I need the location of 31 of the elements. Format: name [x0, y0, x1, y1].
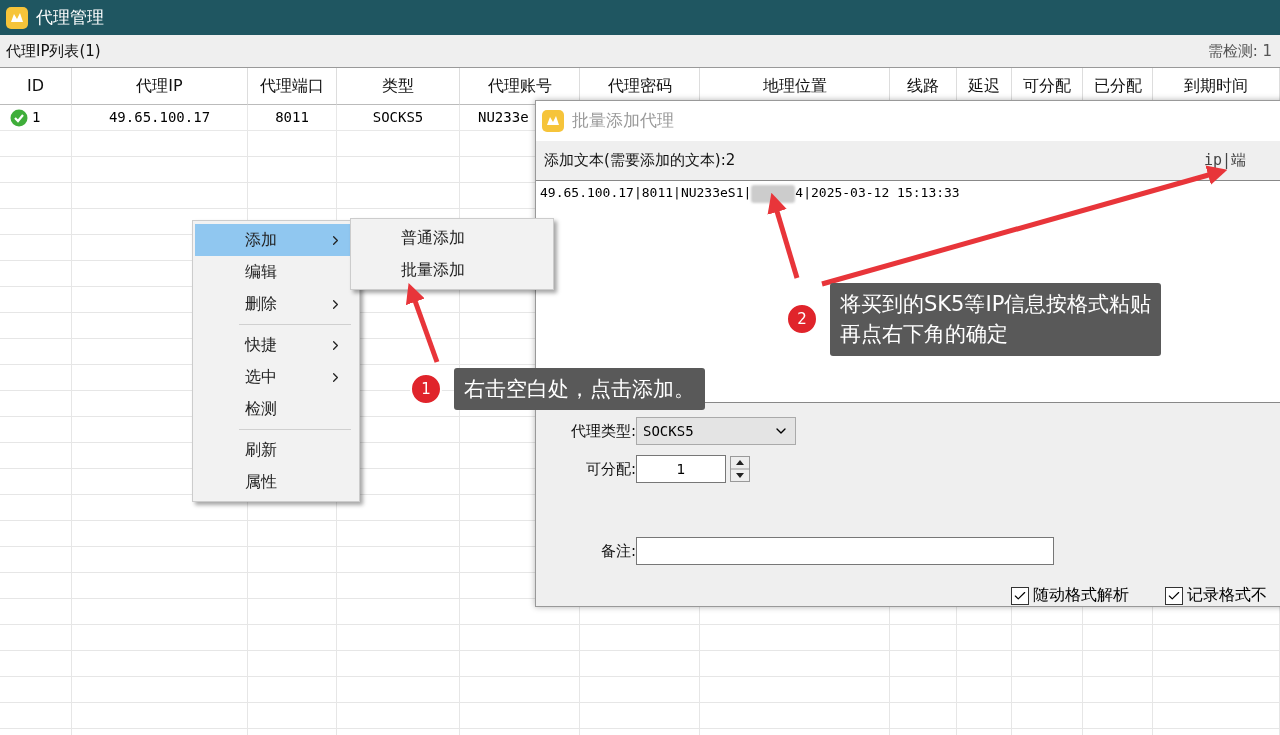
menu-item[interactable]: 检测	[195, 393, 357, 425]
app-icon	[6, 6, 28, 29]
checkbox-label: 随动格式解析	[1033, 585, 1129, 606]
list-title: 代理IP列表(1)	[6, 41, 101, 61]
field-label: 代理类型:	[569, 421, 636, 441]
app-icon	[542, 109, 564, 132]
table-cell: 8011	[248, 105, 337, 131]
table-cell: SOCKS5	[337, 105, 460, 131]
checkbox[interactable]	[1165, 586, 1183, 605]
redacted-block	[751, 185, 796, 204]
callout-text: 再点右下角的确定	[840, 321, 1009, 349]
menu-item[interactable]: 刷新	[195, 434, 357, 466]
callout-text: 将买到的SK5等IP信息按格式粘贴	[840, 291, 1152, 318]
field-label: 可分配:	[584, 459, 636, 479]
pending-count: 需检测: 1	[1207, 41, 1272, 61]
menu-item[interactable]: 选中	[195, 361, 357, 393]
table-cell: 1	[0, 105, 72, 131]
note-field[interactable]	[636, 537, 1054, 565]
window-title: 代理管理	[36, 6, 104, 29]
table-cell: 49.65.100.17	[72, 105, 248, 131]
text-label: 添加文本(需要添加的文本):2	[544, 151, 736, 171]
menu-item[interactable]: 属性	[195, 466, 357, 498]
field-label: 备注:	[599, 540, 636, 561]
number-field[interactable]: 1	[636, 455, 726, 483]
format-hint: ip|端	[1203, 151, 1246, 171]
checkbox-label: 记录格式不	[1187, 585, 1267, 606]
menu-item[interactable]: 快捷	[195, 329, 357, 361]
menu-item[interactable]: 删除	[195, 288, 357, 320]
spin-buttons-icon[interactable]	[730, 456, 750, 482]
proxy-type-select[interactable]: SOCKS5	[636, 417, 796, 445]
checkbox[interactable]	[1011, 586, 1029, 605]
